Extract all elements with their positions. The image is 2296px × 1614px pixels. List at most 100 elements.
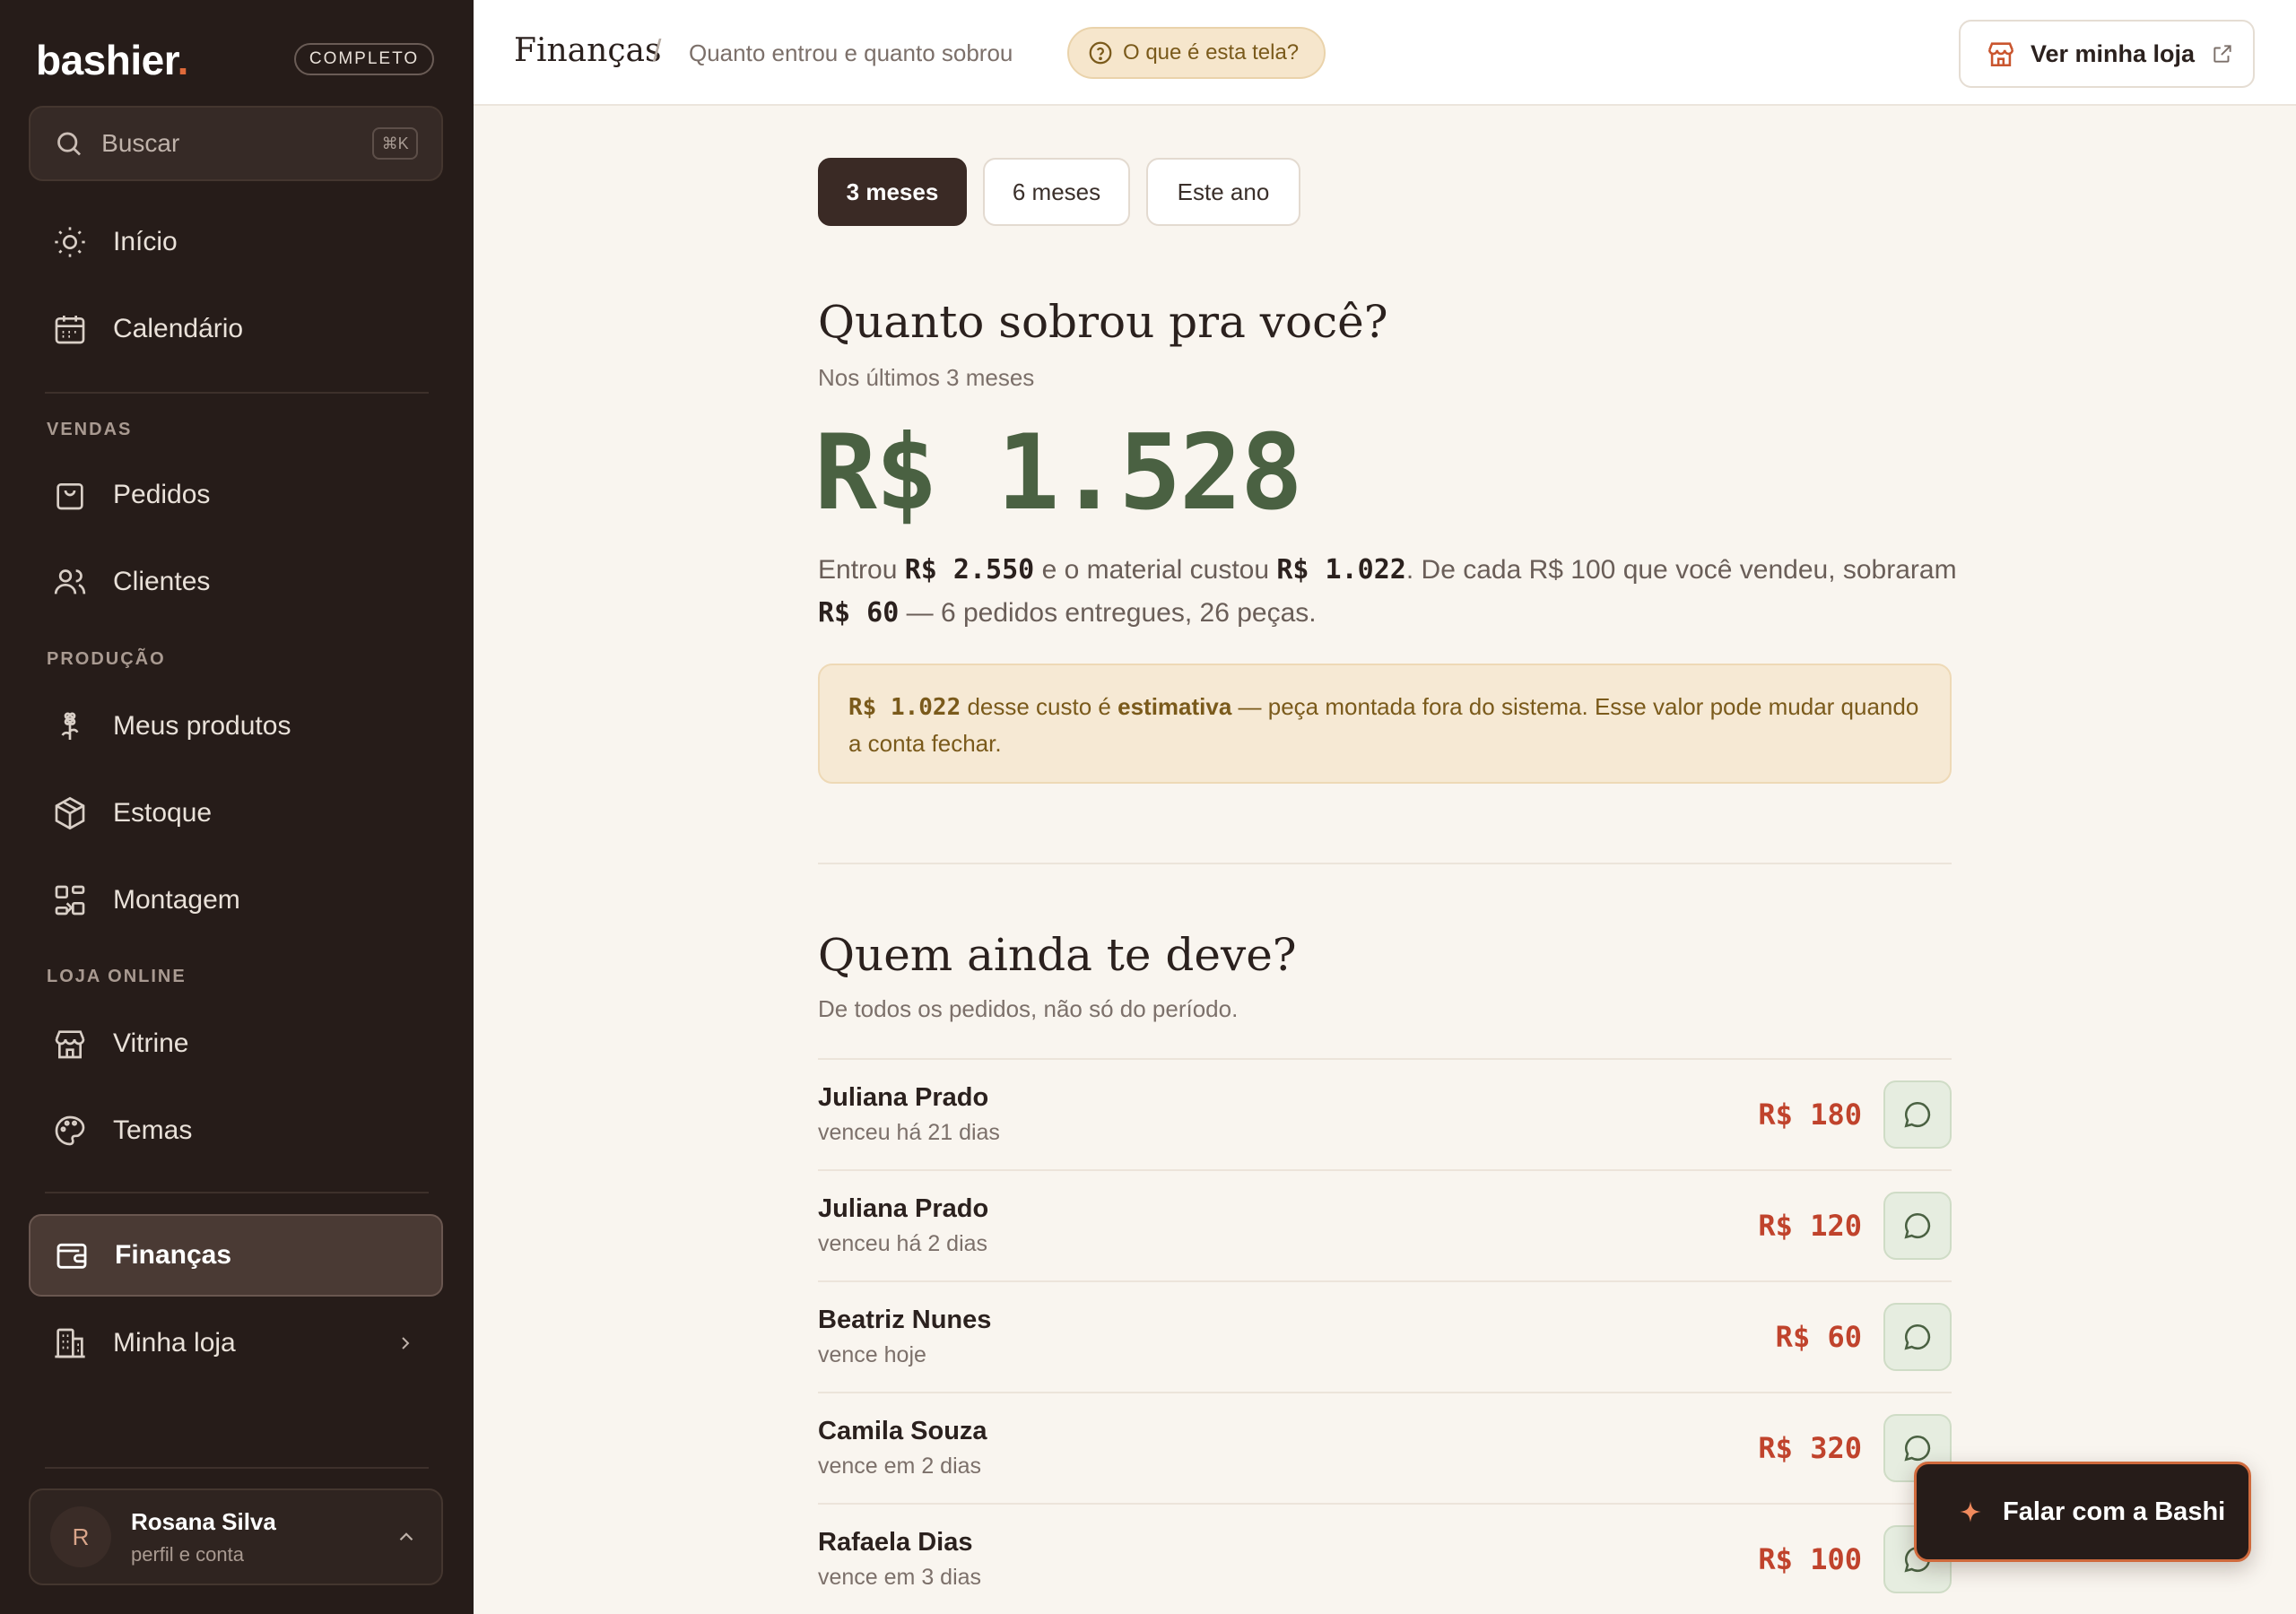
debtor-due: venceu há 2 dias <box>818 1231 988 1256</box>
sidebar-divider <box>45 1192 429 1193</box>
summary-period-label: Nos últimos 3 meses <box>818 364 1035 391</box>
debtors-subtitle: De todos os pedidos, não só do período. <box>818 995 1239 1022</box>
breadcrumb-separator: / <box>653 34 662 68</box>
section-label-loja-online: LOJA ONLINE <box>47 967 187 986</box>
user-subtitle: perfil e conta <box>131 1542 244 1566</box>
sidebar-item-pedidos[interactable]: Pedidos <box>29 454 443 536</box>
profit-amount: R$ 1.528 <box>814 412 1303 534</box>
storefront-icon <box>1987 42 2014 67</box>
sidebar-item-label: Início <box>113 227 178 256</box>
palette-icon <box>55 1115 85 1146</box>
debtor-due: vence hoje <box>818 1342 926 1367</box>
message-button[interactable] <box>1883 1192 1952 1260</box>
period-tabs: 3 meses 6 meses Este ano <box>818 158 1300 226</box>
sidebar-item-vitrine[interactable]: Vitrine <box>29 1002 443 1085</box>
sidebar-item-montagem[interactable]: Montagem <box>29 859 443 941</box>
sidebar-item-label: Estoque <box>113 798 213 828</box>
sidebar-item-label: Calendário <box>113 314 244 343</box>
sidebar-item-financas[interactable]: Finanças <box>29 1214 443 1297</box>
chevron-up-icon <box>399 1532 413 1541</box>
sidebar-item-label: Pedidos <box>113 480 211 509</box>
debtors-heading: Quem ainda te deve? <box>818 929 1297 981</box>
page-subtitle: Quanto entrou e quanto sobrou <box>689 39 1013 66</box>
debtor-name: Juliana Prado <box>818 1083 989 1112</box>
box-icon <box>55 796 85 830</box>
debtors-list: Juliana Prado venceu há 21 dias R$ 180 Ju… <box>818 1058 1952 1614</box>
search-input[interactable] <box>100 128 373 159</box>
view-store-label: Ver minha loja <box>2031 39 2196 67</box>
debtor-due: vence em 3 dias <box>818 1565 982 1590</box>
assistant-button-label: Falar com a Bashi <box>2003 1497 2226 1526</box>
building-icon <box>55 1328 85 1358</box>
chat-bubble-icon <box>1904 1323 1931 1350</box>
tab-este-ano[interactable]: Este ano <box>1146 158 1300 226</box>
income-amount: R$ 2.550 <box>904 554 1035 586</box>
assistant-button[interactable]: Falar com a Bashi <box>1914 1462 2251 1562</box>
user-name: Rosana Silva <box>131 1507 276 1535</box>
debtor-due: venceu há 21 dias <box>818 1120 1000 1145</box>
debtor-due: vence em 2 dias <box>818 1453 982 1479</box>
help-button-label: O que é esta tela? <box>1123 40 1300 65</box>
per-hundred-amount: R$ 60 <box>818 597 900 629</box>
wallet-icon <box>57 1243 87 1269</box>
flower-icon <box>61 712 79 740</box>
chat-bubble-icon <box>1904 1435 1931 1462</box>
chat-bubble-icon <box>1904 1212 1931 1239</box>
debtor-amount: R$ 100 <box>1758 1542 1862 1576</box>
message-button[interactable] <box>1883 1303 1952 1371</box>
sun-icon <box>55 227 85 257</box>
list-item: Rafaela Dias vence em 3 dias R$ 100 <box>818 1503 1952 1614</box>
tab-6-meses[interactable]: 6 meses <box>983 158 1130 226</box>
help-button[interactable]: O que é esta tela? <box>1067 27 1326 79</box>
debtor-amount: R$ 180 <box>1758 1098 1862 1132</box>
sparkle-icon <box>1960 1501 1981 1523</box>
section-label-vendas: VENDAS <box>47 420 133 439</box>
external-link-icon <box>2213 45 2231 63</box>
message-button[interactable] <box>1883 1080 1952 1149</box>
page-title: Finanças <box>514 32 662 69</box>
debtor-name: Beatriz Nunes <box>818 1306 992 1334</box>
users-icon <box>54 569 86 594</box>
section-divider <box>818 863 1952 864</box>
sidebar-item-temas[interactable]: Temas <box>29 1089 443 1172</box>
help-circle-icon <box>1089 41 1112 65</box>
sidebar: bashier. COMPLETO ⌘K Início Calendário V… <box>0 0 474 1614</box>
list-item: Juliana Prado venceu há 2 dias R$ 120 <box>818 1169 1952 1280</box>
search-box[interactable]: ⌘K <box>29 106 443 181</box>
sidebar-divider <box>45 392 429 394</box>
list-item: Beatriz Nunes vence hoje R$ 60 <box>818 1280 1952 1392</box>
shopping-bag-icon <box>57 483 83 510</box>
sidebar-item-label: Meus produtos <box>113 711 291 741</box>
sidebar-item-label: Minha loja <box>113 1328 236 1358</box>
debtor-amount: R$ 320 <box>1758 1431 1862 1465</box>
list-item: Juliana Prado venceu há 21 dias R$ 180 <box>818 1058 1952 1169</box>
sidebar-item-label: Temas <box>113 1115 193 1145</box>
sidebar-item-inicio[interactable]: Início <box>29 201 443 283</box>
storefront-icon <box>55 1030 85 1059</box>
sidebar-item-clientes[interactable]: Clientes <box>29 541 443 623</box>
sidebar-item-calendario[interactable]: Calendário <box>29 288 443 370</box>
sidebar-item-label: Montagem <box>113 885 240 915</box>
tab-3-meses[interactable]: 3 meses <box>818 158 967 226</box>
assembly-icon <box>55 885 85 915</box>
calendar-icon <box>55 316 85 344</box>
plan-badge: COMPLETO <box>294 43 434 75</box>
search-icon <box>57 132 82 156</box>
topbar: Finanças / Quanto entrou e quanto sobrou… <box>474 0 2296 106</box>
view-store-button[interactable]: Ver minha loja <box>1959 20 2255 88</box>
sidebar-item-estoque[interactable]: Estoque <box>29 772 443 855</box>
cost-amount: R$ 1.022 <box>1276 554 1406 586</box>
sidebar-item-label: Vitrine <box>113 1028 189 1058</box>
summary-heading: Quanto sobrou pra você? <box>818 296 1388 348</box>
brand-logo[interactable]: bashier. <box>36 36 188 84</box>
debtor-name: Camila Souza <box>818 1417 987 1445</box>
debtor-name: Juliana Prado <box>818 1194 989 1223</box>
sidebar-item-label: Clientes <box>113 567 211 596</box>
debtor-name: Rafaela Dias <box>818 1528 973 1557</box>
user-menu[interactable]: R Rosana Silva perfil e conta <box>29 1488 443 1585</box>
sidebar-item-produtos[interactable]: Meus produtos <box>29 685 443 768</box>
sidebar-item-minha-loja[interactable]: Minha loja <box>29 1302 443 1384</box>
avatar: R <box>50 1506 111 1567</box>
section-label-producao: PRODUÇÃO <box>47 649 166 669</box>
summary-description: Entrou R$ 2.550 e o material custou R$ 1… <box>818 554 1957 629</box>
